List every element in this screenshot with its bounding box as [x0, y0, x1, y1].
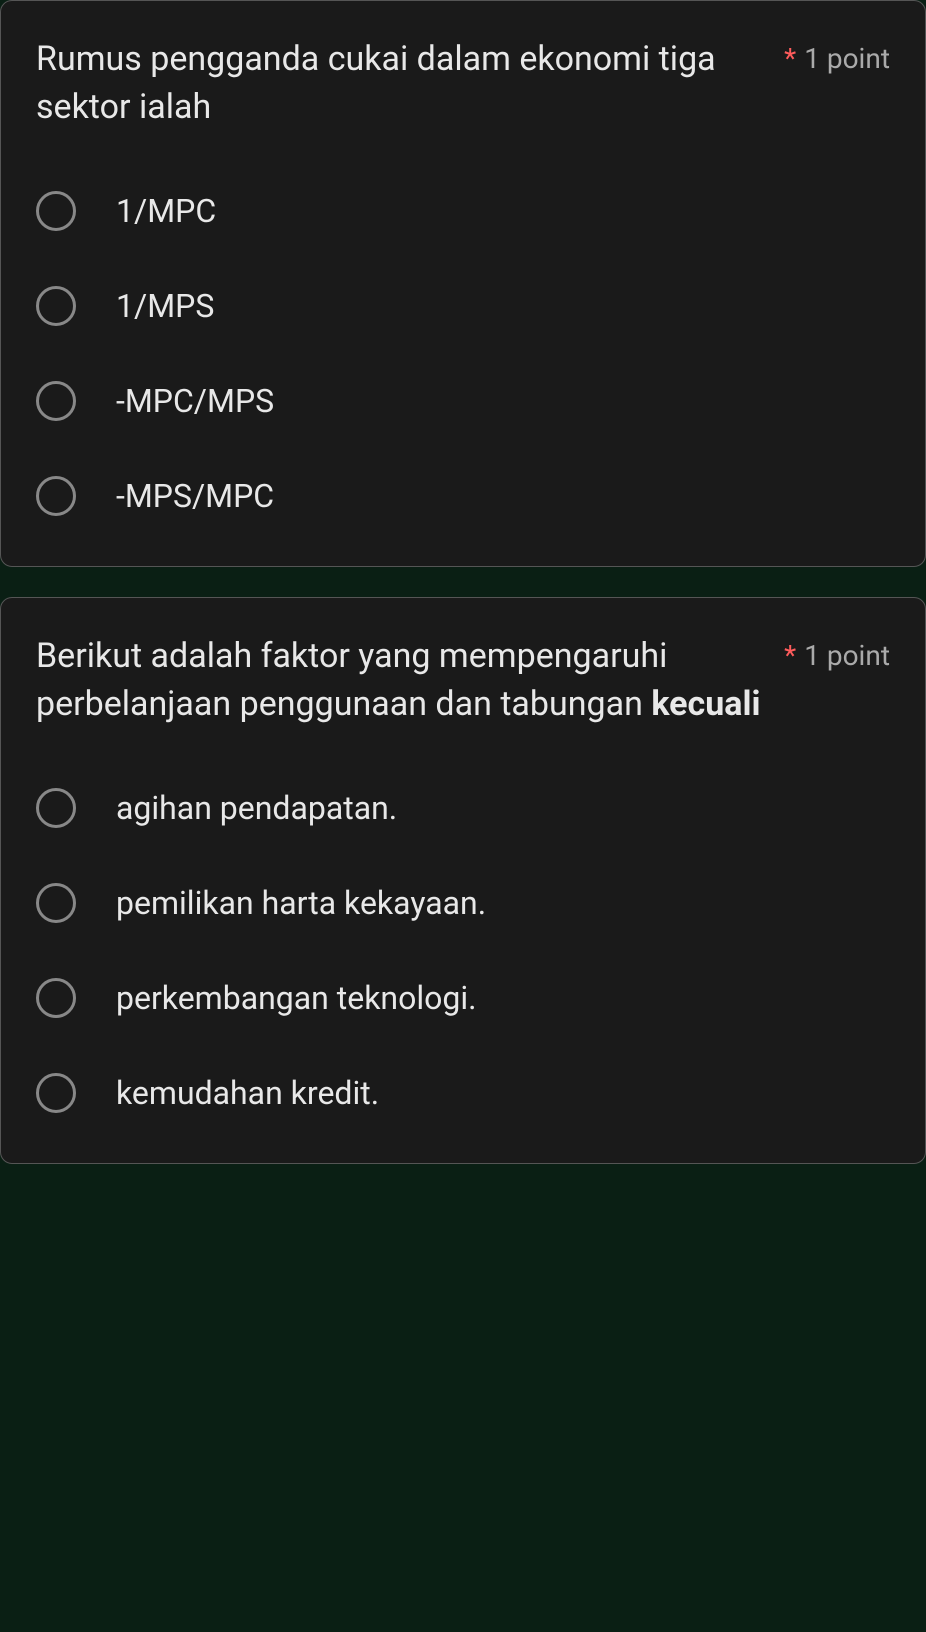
radio-icon — [36, 191, 76, 231]
points-badge: * 1 point — [784, 633, 890, 672]
question-card: Rumus pengganda cukai dalam ekonomi tiga… — [0, 0, 926, 567]
required-star-icon: * — [784, 639, 796, 672]
radio-option[interactable]: 1/MPC — [36, 191, 890, 231]
question-text-bold: kecuali — [651, 684, 760, 724]
radio-option[interactable]: pemilikan harta kekayaan. — [36, 883, 890, 923]
radio-icon — [36, 788, 76, 828]
radio-option[interactable]: agihan pendapatan. — [36, 788, 890, 828]
option-label: 1/MPC — [116, 192, 216, 230]
options-group: agihan pendapatan. pemilikan harta kekay… — [36, 788, 890, 1113]
question-header: Berikut adalah faktor yang mempengaruhi … — [36, 633, 890, 728]
radio-icon — [36, 883, 76, 923]
options-group: 1/MPC 1/MPS -MPC/MPS -MPS/MPC — [36, 191, 890, 516]
question-text: Berikut adalah faktor yang mempengaruhi … — [36, 633, 784, 728]
radio-icon — [36, 1073, 76, 1113]
question-text: Rumus pengganda cukai dalam ekonomi tiga… — [36, 36, 784, 131]
radio-icon — [36, 978, 76, 1018]
option-label: pemilikan harta kekayaan. — [116, 884, 486, 922]
option-label: agihan pendapatan. — [116, 789, 397, 827]
option-label: perkembangan teknologi. — [116, 979, 477, 1017]
required-star-icon: * — [784, 42, 796, 75]
radio-option[interactable]: -MPS/MPC — [36, 476, 890, 516]
question-header: Rumus pengganda cukai dalam ekonomi tiga… — [36, 36, 890, 131]
points-badge: * 1 point — [784, 36, 890, 75]
radio-option[interactable]: -MPC/MPS — [36, 381, 890, 421]
radio-icon — [36, 286, 76, 326]
option-label: kemudahan kredit. — [116, 1074, 379, 1112]
radio-icon — [36, 381, 76, 421]
option-label: 1/MPS — [116, 287, 214, 325]
radio-option[interactable]: perkembangan teknologi. — [36, 978, 890, 1018]
option-label: -MPC/MPS — [116, 382, 274, 420]
question-card: Berikut adalah faktor yang mempengaruhi … — [0, 597, 926, 1164]
option-label: -MPS/MPC — [116, 477, 274, 515]
question-text-plain: Berikut adalah faktor yang mempengaruhi … — [36, 636, 667, 724]
points-label: 1 point — [804, 42, 890, 75]
points-label: 1 point — [804, 639, 890, 672]
radio-option[interactable]: kemudahan kredit. — [36, 1073, 890, 1113]
radio-icon — [36, 476, 76, 516]
radio-option[interactable]: 1/MPS — [36, 286, 890, 326]
question-text-plain: Rumus pengganda cukai dalam ekonomi tiga… — [36, 39, 716, 127]
